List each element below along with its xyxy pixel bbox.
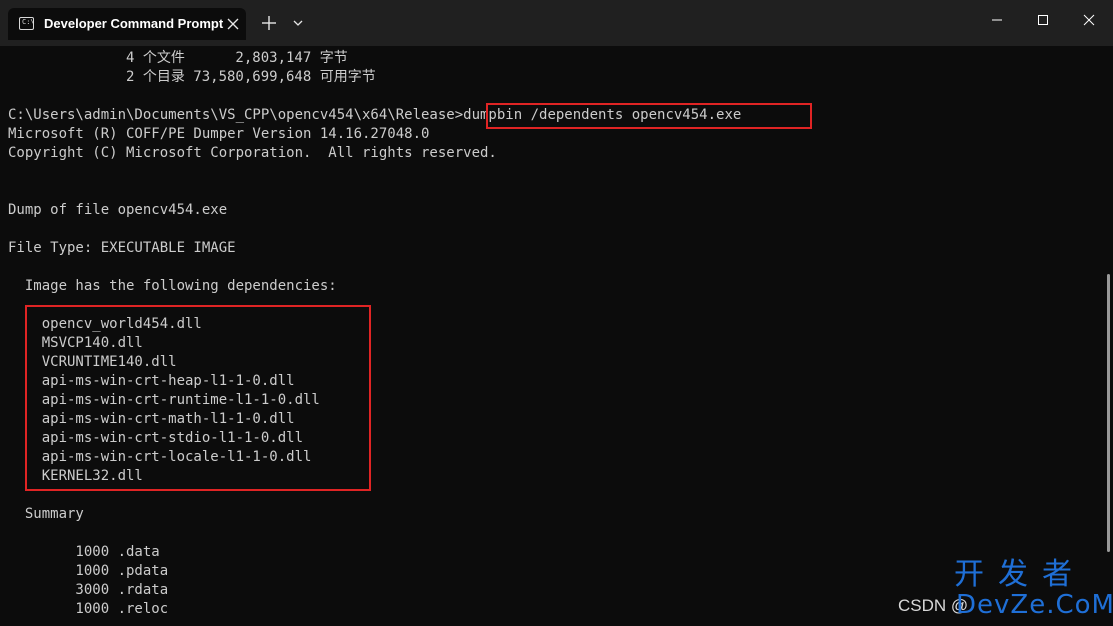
terminal-window: C:\ Developer Command Prompt 4 个文件 2,803… xyxy=(0,0,1113,626)
console-line: Copyright (C) Microsoft Corporation. All… xyxy=(8,145,497,161)
console-line: Dump of file opencv454.exe xyxy=(8,202,228,218)
console-line: 1000 .data xyxy=(8,544,160,560)
command-highlight-box xyxy=(486,103,812,129)
watermark-logo: 开发者 DevZe.CoM xyxy=(954,557,1113,622)
console-line: Summary xyxy=(8,506,84,522)
console-output[interactable]: 4 个文件 2,803,147 字节 2 个目录 73,580,699,648 … xyxy=(0,46,1105,626)
console-line: 3000 .rdata xyxy=(8,582,169,598)
title-bar[interactable]: C:\ Developer Command Prompt xyxy=(0,0,1113,46)
scrollbar[interactable] xyxy=(1106,46,1113,626)
maximize-button[interactable] xyxy=(1020,0,1066,40)
console-line: 2 个目录 73,580,699,648 可用字节 xyxy=(8,69,376,85)
watermark-logo-cn: 开发者 xyxy=(954,557,1086,592)
console-line: Microsoft (R) COFF/PE Dumper Version 14.… xyxy=(8,126,430,142)
new-tab-button[interactable] xyxy=(258,12,280,34)
dependencies-highlight-box xyxy=(25,305,371,491)
command-prompt-icon: C:\ xyxy=(19,17,35,30)
watermark-logo-en: DevZe.CoM xyxy=(956,590,1113,620)
console-line: 1000 .reloc xyxy=(8,601,169,617)
console-line: 4 个文件 2,803,147 字节 xyxy=(8,50,348,66)
tab-title: Developer Command Prompt xyxy=(44,16,224,31)
close-icon[interactable] xyxy=(223,14,243,34)
scrollbar-thumb[interactable] xyxy=(1107,274,1110,552)
console-line: File Type: EXECUTABLE IMAGE xyxy=(8,240,236,256)
minimize-button[interactable] xyxy=(974,0,1020,40)
console-line: Image has the following dependencies: xyxy=(8,278,337,294)
console-line: 1000 .pdata xyxy=(8,563,169,579)
tab-developer-command-prompt[interactable]: C:\ Developer Command Prompt xyxy=(8,8,246,40)
chevron-down-icon[interactable] xyxy=(289,14,307,32)
close-window-button[interactable] xyxy=(1066,0,1112,40)
